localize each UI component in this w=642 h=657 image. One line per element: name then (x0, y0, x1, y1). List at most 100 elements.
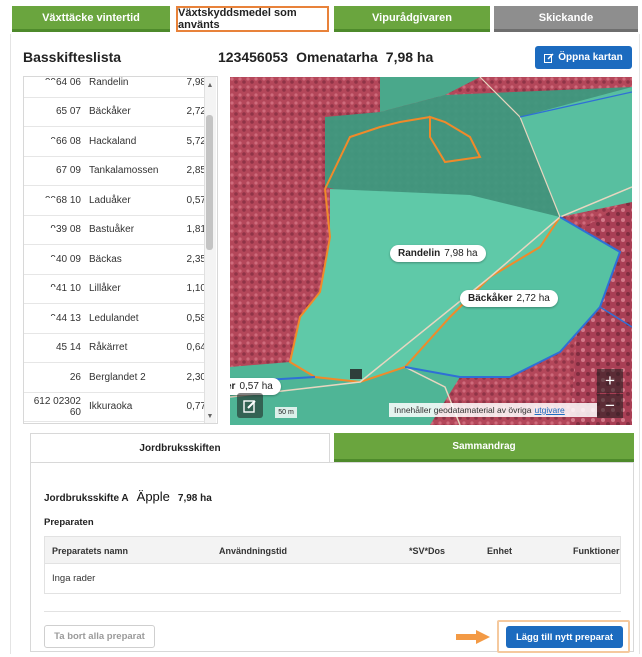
parcel-row[interactable]: 26 Berglandet 2 2,30 (24, 363, 206, 393)
scroll-up-icon[interactable]: ▲ (205, 80, 215, 90)
redaction-mask (32, 227, 56, 238)
parcel-area: 7,98 (186, 76, 206, 88)
map-scale: 50 m (275, 407, 297, 418)
map-attribution: Innehåller geodatamaterial av övriga utg… (389, 403, 597, 417)
panel-area: 7,98 ha (177, 493, 212, 504)
app-root: Växttäcke vintertid Växtskyddsmedel som … (0, 0, 642, 657)
map-label-randelin: Randelin 7,98 ha (390, 245, 486, 262)
column-header: Enhet (487, 546, 513, 556)
parcel-row[interactable]: 066 08 Hackaland 5,72 (24, 127, 206, 157)
map-label-area: 2,72 ha (516, 293, 550, 304)
redaction-mask (32, 139, 56, 149)
parcel-area: 0,77 (186, 401, 206, 413)
crop-name: Äpple (136, 489, 170, 504)
map-label-name: Bäckåker (468, 293, 513, 304)
parcel-name: Bäckas (89, 253, 122, 265)
parcel-row[interactable]: 65 07 Bäckåker 2,72 (24, 98, 206, 127)
field-id: 123456053 (218, 49, 289, 65)
redaction-mask (32, 80, 56, 90)
parcel-name: Lillåker (89, 283, 121, 295)
parcel-row[interactable]: 944 13 Ledulandet 0,58 (24, 304, 206, 334)
divider (44, 611, 621, 612)
parcel-name: Ledulandet (89, 312, 139, 324)
map-label-name: er (230, 381, 236, 392)
field-label: Jordbruksskifte A (44, 493, 129, 504)
parcel-name: Randelin (89, 76, 129, 88)
tab-send[interactable]: Skickande (494, 6, 638, 32)
redaction-mask (32, 286, 56, 297)
column-header: Funktioner (573, 546, 620, 556)
redaction-mask (32, 316, 56, 326)
parcel-area: 0,57 (186, 194, 206, 206)
parcel-area: 2,85 (186, 165, 206, 177)
redaction-mask (32, 198, 56, 208)
attribution-text: Innehåller geodatamaterial av övriga (394, 405, 532, 415)
parcel-name: Hackaland (89, 135, 137, 147)
parcel-area: 1,10 (186, 283, 206, 295)
tab-plant-protection[interactable]: Växtskyddsmedel som använts (176, 6, 329, 32)
parcel-row[interactable]: 45 14 Råkärret 0,64 (24, 334, 206, 363)
map-label-area: 0,57 ha (239, 381, 273, 392)
edit-icon (243, 399, 256, 413)
parcel-list: 0064 06 Randelin 7,98 65 07 Bäckåker 2,72 066 … (23, 76, 218, 424)
column-header: Användningstid (219, 546, 287, 556)
redaction-mask (32, 257, 56, 267)
parcel-name: Ikkuraoka (89, 401, 133, 413)
parcel-area: 1,81 (186, 224, 206, 236)
field-map[interactable]: Randelin7,98 ha Bäckåker2,72 ha er0,57 h… (230, 77, 632, 425)
parcel-area: 2,72 (186, 106, 206, 118)
attribution-link[interactable]: utgivare (535, 405, 565, 415)
parcel-row[interactable]: 612 02302 60 Ikkuraoka 0,77 (24, 393, 206, 422)
arrow-right-icon (456, 630, 490, 644)
field-area: 7,98 ha (385, 49, 434, 65)
parcel-area: 0,58 (186, 312, 206, 324)
tab-vipu-advisor[interactable]: Vipurådgivaren (334, 6, 490, 32)
add-preparation-button[interactable]: Lägg till nytt preparat (506, 626, 623, 648)
parcel-row[interactable]: 0068 10 Laduåker 0,57 (24, 186, 206, 216)
map-edit-button[interactable] (237, 393, 263, 418)
tab-winter-cover[interactable]: Växttäcke vintertid (12, 6, 170, 32)
zoom-out-button[interactable]: − (597, 394, 623, 418)
redaction-mask (32, 404, 56, 415)
redaction-mask (32, 168, 56, 179)
column-header: *SV*Dos (409, 546, 446, 556)
map-label-area: 7,98 ha (444, 248, 478, 259)
open-map-label: Öppna kartan (558, 52, 623, 63)
table-header: Preparatets namn Användningstid *SV*Dos … (44, 536, 621, 564)
parcel-name: Berglandet 2 (89, 371, 146, 383)
parcel-row[interactable]: 941 10 Lillåker 1,10 (24, 275, 206, 304)
scrollbar-thumb[interactable] (206, 115, 213, 250)
parcel-list-title: Basskifteslista (23, 49, 122, 65)
table-empty-row: Inga rader (44, 564, 621, 594)
parcel-row[interactable]: 939 08 Bastuåker 1,81 (24, 216, 206, 245)
parcel-name: Laduåker (89, 194, 131, 206)
field-header: 123456053 Omenatarha 7,98 ha (218, 49, 433, 65)
scroll-down-icon[interactable]: ▼ (205, 411, 215, 421)
parcel-area: 5,72 (186, 135, 206, 147)
redaction-mask (32, 375, 56, 385)
parcel-area: 0,64 (186, 342, 206, 354)
parcel-row[interactable]: 940 09 Bäckas 2,35 (24, 245, 206, 275)
tab-summary[interactable]: Sammandrag (334, 433, 634, 462)
redaction-mask (32, 345, 56, 356)
panel-title: Jordbruksskifte A Äpple 7,98 ha (44, 489, 212, 504)
column-header: Preparatets namn (52, 546, 129, 556)
map-label-backaker: Bäckåker 2,72 ha (460, 290, 558, 307)
edit-icon (544, 52, 554, 63)
parcel-name: Bastuåker (89, 224, 135, 236)
preparations-label: Preparaten (44, 517, 94, 528)
parcel-name: Råkärret (89, 342, 128, 354)
parcel-area: 2,30 (186, 371, 206, 383)
map-label-name: Randelin (398, 248, 441, 259)
remove-all-button[interactable]: Ta bort alla preparat (44, 625, 155, 648)
tab-fields[interactable]: Jordbruksskiften (30, 433, 330, 462)
zoom-in-button[interactable]: + (597, 369, 623, 393)
redaction-mask (32, 109, 56, 120)
parcel-row[interactable]: 0064 06 Randelin 7,98 (24, 76, 206, 98)
parcel-area: 2,35 (186, 253, 206, 265)
field-name: Omenatarha (296, 49, 378, 65)
parcel-name: Bäckåker (89, 106, 131, 118)
parcel-row[interactable]: 67 09 Tankalamossen 2,85 (24, 157, 206, 186)
open-map-button[interactable]: Öppna kartan (535, 46, 632, 69)
parcel-name: Tankalamossen (89, 165, 159, 177)
